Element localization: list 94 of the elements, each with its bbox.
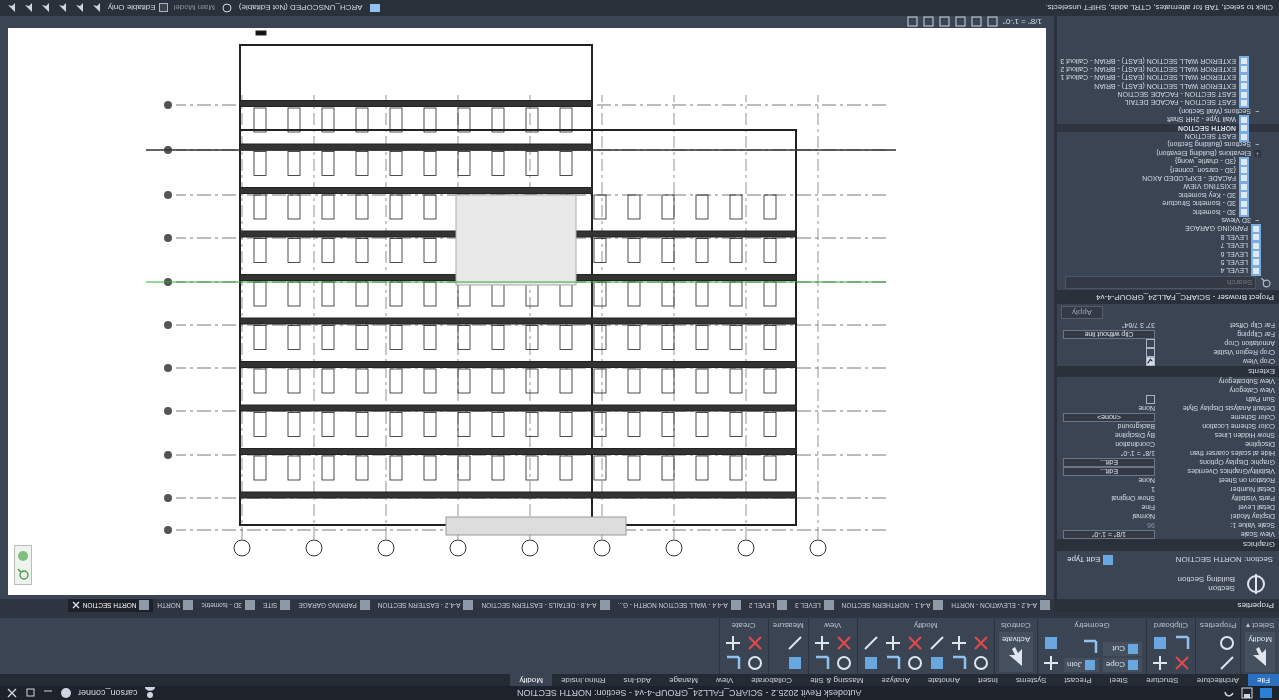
panel-label: Properties [1199, 620, 1237, 630]
view-icon [280, 600, 291, 611]
view-scale[interactable]: 1/8" = 1'-0" [1003, 17, 1042, 27]
ribbon-tab[interactable]: View [706, 674, 743, 686]
view-icon [1239, 114, 1249, 125]
ribbon-tab[interactable]: Analyze [872, 674, 919, 686]
close-icon[interactable] [6, 687, 18, 699]
plus-icon[interactable] [949, 634, 968, 652]
circle-icon[interactable] [1218, 634, 1237, 652]
ribbon-tab[interactable]: Annotate [918, 674, 969, 686]
instance-dropdown[interactable]: Section: NORTH SECTION [1124, 553, 1275, 567]
circle-icon[interactable] [971, 654, 990, 672]
circle-icon[interactable] [745, 654, 764, 672]
view-icon [823, 600, 834, 611]
view-icon [244, 600, 255, 611]
view-icon [359, 600, 370, 611]
view-icon [463, 600, 474, 611]
ribbon-tab[interactable]: Massing & Site [801, 674, 873, 686]
view-icon [1040, 600, 1050, 611]
ribbon-tab[interactable]: Insert [968, 674, 1007, 686]
checkbox[interactable] [158, 3, 168, 13]
circle-icon[interactable] [834, 654, 853, 672]
edit-type-button[interactable]: Edit Type [1061, 553, 1121, 567]
plus-icon[interactable] [723, 634, 742, 652]
sync-icon[interactable] [220, 2, 233, 14]
plus-icon[interactable] [1150, 654, 1169, 672]
tool-button[interactable]: Join [1064, 658, 1099, 672]
panel-label: Modify [912, 620, 939, 630]
panel-label: Geometry [1073, 620, 1111, 630]
search-icon [1260, 277, 1271, 288]
workset-dropdown[interactable]: ARCH_UNSCOPED (Not Editable) [238, 3, 363, 13]
ribbon-tab[interactable]: Precast [1055, 674, 1101, 686]
ribbon-tab[interactable]: File [1248, 674, 1279, 686]
panel-title: Properties [1057, 599, 1279, 612]
tool-button[interactable]: Modify [1245, 632, 1275, 672]
zoom-icon[interactable] [17, 568, 29, 580]
type-subname: Building Section [1177, 575, 1235, 584]
ribbon-tab[interactable]: Rhino.Inside [551, 674, 615, 686]
checkbox[interactable] [1146, 357, 1155, 366]
window-title: Autodesk Revit 2025.2 - SCIARC_FALL24_GROUP-4-v4 - Section: NORTH SECTION [517, 688, 862, 698]
view-icon [1251, 223, 1261, 234]
panel-label: Measure [772, 620, 804, 630]
type-selector[interactable]: Section Building Section [1057, 569, 1279, 599]
design-option[interactable]: Main Model [173, 3, 215, 13]
checkbox[interactable] [1146, 348, 1155, 358]
panel-label: Create [730, 620, 757, 630]
panel-label: View [823, 620, 843, 630]
ribbon-tab[interactable]: Systems [1006, 674, 1056, 686]
apply-button[interactable]: Apply [1061, 306, 1103, 319]
type-name: Section [1207, 584, 1235, 593]
workset-icon[interactable] [368, 2, 381, 14]
line-icon[interactable] [1218, 654, 1237, 672]
ribbon-tab[interactable]: Add-Ins [614, 674, 660, 686]
tool-button[interactable]: Activate [998, 632, 1034, 672]
panel-label: Select ▾ [1245, 620, 1275, 630]
group-header[interactable]: Extents [1057, 366, 1279, 377]
ribbon-tab[interactable]: Manage [660, 674, 707, 686]
view-icon [1239, 56, 1249, 67]
ribbon-tab[interactable]: Steel [1100, 674, 1137, 686]
user-icon [143, 687, 156, 699]
view-icon [139, 600, 150, 611]
restore-icon[interactable] [24, 687, 36, 699]
tool-button[interactable]: Cut [1102, 642, 1142, 656]
save-icon[interactable] [1241, 687, 1253, 699]
checkbox[interactable] [1146, 395, 1155, 405]
plus-icon[interactable] [883, 634, 902, 652]
group-header[interactable]: Graphics [1057, 539, 1279, 550]
ribbon-tab[interactable]: Architecture [1187, 674, 1249, 686]
panel-title: Project Browser - SCIARC_FALL24_GROUP-4-v4 [1057, 290, 1279, 304]
close-icon[interactable] [71, 601, 80, 610]
view-icon [933, 600, 944, 611]
view-icon [777, 600, 788, 611]
user-name[interactable]: carson_conner [78, 688, 138, 698]
view-icon [183, 600, 194, 611]
ribbon-tab[interactable]: Modify [510, 674, 552, 686]
ribbon-tab[interactable]: Collaborate [742, 674, 802, 686]
square-icon [1126, 643, 1139, 655]
checkbox-label: Editable Only [108, 3, 156, 13]
status-message: Click to select, TAB for alternates, CTRL adds, SHIFT unselects. [1045, 3, 1273, 13]
checkbox[interactable] [1146, 339, 1155, 349]
tool-button[interactable]: Cope [1102, 658, 1142, 672]
view-icon [1239, 156, 1249, 167]
plus-icon[interactable] [812, 634, 831, 652]
plus-icon[interactable] [1042, 654, 1061, 672]
view-icon [599, 600, 610, 611]
edit-type-icon [1102, 554, 1115, 566]
square-icon [1083, 659, 1096, 671]
circle-icon[interactable] [905, 654, 924, 672]
panel-label: Controls [1000, 620, 1032, 630]
panel-label: Clipboard [1152, 620, 1190, 630]
app-logo-icon[interactable] [1259, 687, 1273, 699]
square-icon [1126, 659, 1139, 671]
ribbon-tab[interactable]: Structure [1136, 674, 1188, 686]
view-icon [730, 600, 741, 611]
